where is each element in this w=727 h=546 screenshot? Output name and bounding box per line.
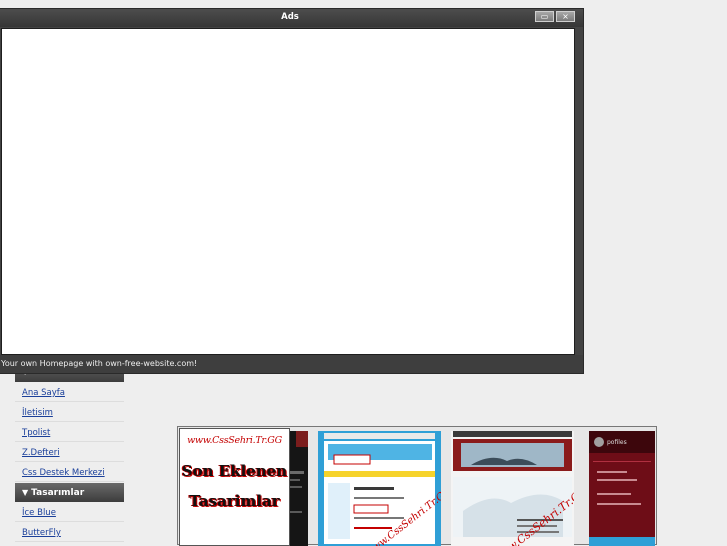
sidebar-item-tpolist[interactable]: Tpolist: [15, 422, 124, 442]
ads-content-area[interactable]: [1, 28, 575, 355]
sidebar-item-css-destek-merkezi[interactable]: Css Destek Merkezi: [15, 462, 124, 482]
sidebar-item-z-defteri[interactable]: Z.Defteri: [15, 442, 124, 462]
designs-title: Tasarımlar: [31, 488, 85, 498]
ads-window-title: Ads: [281, 12, 299, 22]
latest-designs-logo[interactable]: www.CssSehri.Tr.GG Son Eklenen Tasarimla…: [179, 428, 290, 546]
close-button[interactable]: ×: [556, 11, 575, 22]
logo-line-2: Tasarimlar: [189, 492, 280, 510]
designs-header[interactable]: ▼ Tasarımlar: [15, 483, 124, 502]
minimize-button[interactable]: ▭: [535, 11, 554, 22]
thumbnail-brand: pofiles: [607, 439, 627, 446]
ads-window: Ads ▭ × Your own Homepage with own-free-…: [0, 8, 584, 374]
sidebar-item-ana-sayfa[interactable]: Ana Sayfa: [15, 382, 124, 402]
design-thumbnail-3[interactable]: www.CssSehri.Tr.GG: [451, 431, 574, 546]
thumbnail-3-art: www.CssSehri.Tr.GG: [451, 431, 574, 546]
ads-window-titlebar[interactable]: Ads: [0, 9, 583, 27]
design-thumbnail-2[interactable]: www.CssSehri.Tr.GG: [318, 431, 441, 546]
logo-url-text: www.CssSehri.Tr.GG: [187, 435, 282, 446]
sidebar-item-ice-blue[interactable]: İce Blue: [15, 502, 124, 522]
latest-designs-banner[interactable]: www.CssSehri.Tr.GG www.CssSehri.Tr.GG po…: [177, 426, 657, 546]
thumbnail-4-art: pofiles: [589, 431, 655, 546]
sidebar: ▼Ana Menü Ana Sayfa İletisim Tpolist Z.D…: [15, 361, 124, 542]
collapse-arrow-icon: ▼: [22, 488, 29, 497]
sidebar-item-butterfly[interactable]: ButterFly: [15, 522, 124, 542]
logo-line-1: Son Eklenen: [181, 462, 288, 480]
thumbnail-2-art: www.CssSehri.Tr.GG: [318, 431, 441, 546]
design-thumbnail-4[interactable]: pofiles: [589, 431, 655, 546]
window-controls: ▭ ×: [535, 11, 575, 22]
ads-footer-link[interactable]: Your own Homepage with own-free-website.…: [0, 355, 583, 373]
sidebar-item-iletisim[interactable]: İletisim: [15, 402, 124, 422]
